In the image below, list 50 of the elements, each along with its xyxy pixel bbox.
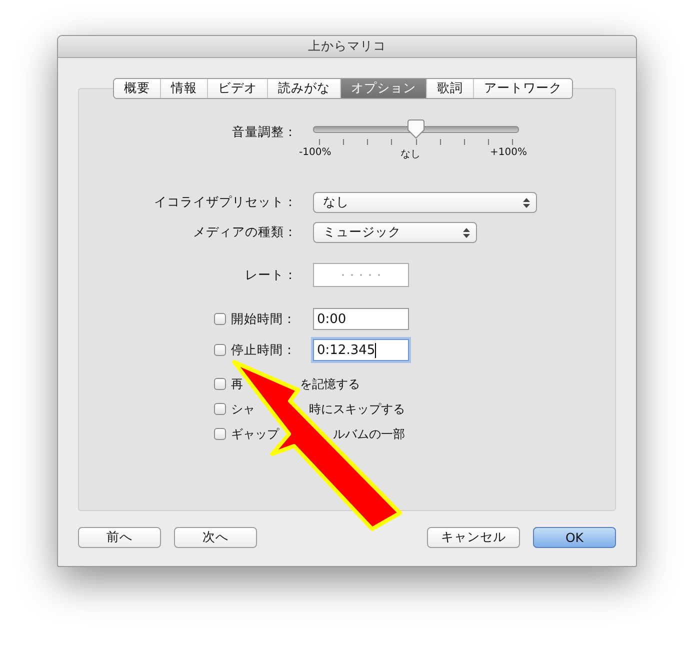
tick-mark (319, 139, 320, 145)
slider-label: なし (400, 148, 421, 161)
tab[interactable]: オプション (340, 79, 426, 98)
dropdown[interactable]: なし (313, 192, 537, 213)
dialog-button[interactable]: キャンセル (427, 527, 520, 548)
text-cursor (375, 342, 376, 358)
tick-mark (367, 139, 368, 145)
field-label: メディアの種類： (193, 224, 297, 241)
updown-icon (463, 228, 470, 238)
time-field[interactable]: 0:00 (313, 308, 409, 330)
checkbox[interactable] (214, 403, 226, 415)
slider-label: -100% (299, 147, 332, 160)
tab[interactable]: アートワーク (473, 79, 572, 98)
window-title: 上からマリコ (308, 38, 386, 55)
dropdown[interactable]: ミュージック (313, 222, 477, 243)
field-label: イコライザプリセット： (154, 194, 297, 211)
dialog-button[interactable]: 次へ (174, 527, 257, 548)
slider-thumb[interactable] (407, 119, 425, 139)
checkbox-label: 開始時間： (231, 310, 296, 328)
tab[interactable]: ビデオ (207, 79, 267, 98)
checkbox[interactable] (214, 428, 226, 440)
slider-track[interactable] (313, 119, 519, 139)
checkbox-label: 停止時間： (231, 342, 296, 358)
time-field[interactable]: 0:12.345 (313, 339, 409, 361)
tick-mark (343, 139, 344, 145)
tab[interactable]: 読みがな (267, 79, 340, 98)
checkbox-label: を記憶する (300, 376, 360, 393)
checkbox-label: ギャップ (231, 426, 279, 442)
field-label: レート： (245, 266, 297, 284)
tab[interactable]: 概要 (114, 79, 160, 98)
tick-mark (512, 139, 513, 145)
tick-mark (440, 139, 441, 145)
checkbox-label: 時にスキップする (309, 401, 405, 418)
rating-field[interactable] (313, 263, 409, 287)
tab[interactable]: 歌詞 (426, 79, 473, 98)
checkbox-label: ルバムの一部 (333, 426, 405, 443)
tick-mark (464, 139, 465, 145)
dialog-button[interactable]: OK (533, 527, 616, 548)
checkbox-label: シャ (231, 400, 255, 418)
tick-mark (488, 139, 489, 145)
dialog-button[interactable]: 前へ (78, 527, 161, 548)
checkbox[interactable] (214, 313, 226, 325)
field-label: 音量調整： (232, 124, 297, 141)
checkbox[interactable] (214, 344, 226, 356)
tab[interactable]: 情報 (160, 79, 207, 98)
checkbox[interactable] (214, 378, 226, 390)
checkbox-label: 再 (231, 376, 243, 392)
updown-icon (523, 198, 530, 208)
tick-mark (391, 139, 392, 145)
slider-label: +100% (490, 147, 527, 160)
